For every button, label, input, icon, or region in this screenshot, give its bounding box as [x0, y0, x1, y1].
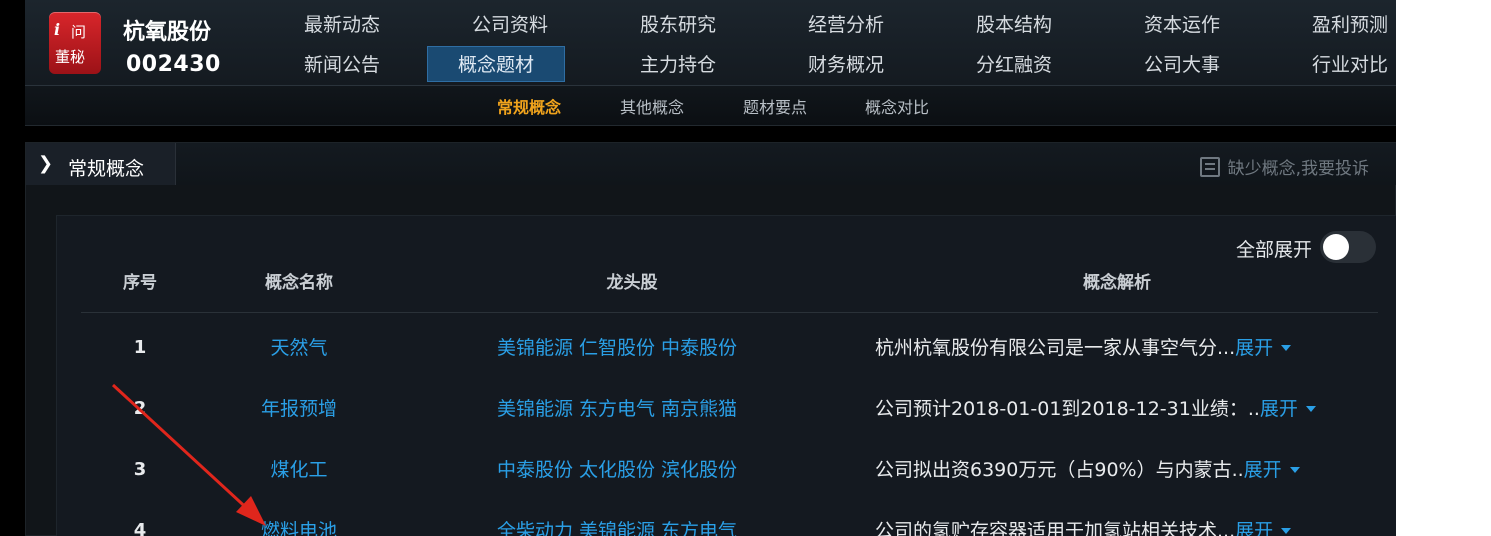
leading-stocks: 美锦能源 东方电气 南京熊猫	[497, 379, 743, 439]
complain-link[interactable]: 缺少概念,我要投诉	[1199, 154, 1369, 179]
concept-analysis: 公司的氢贮存容器适用于加氢站相关技术...展开	[875, 501, 1292, 536]
subnav-regular-concepts[interactable]: 常规概念	[497, 94, 561, 118]
leading-stock-link[interactable]: 美锦能源	[579, 520, 655, 536]
subnav-concept-compare[interactable]: 概念对比	[865, 94, 929, 118]
sub-navigation: 常规概念 其他概念 题材要点 概念对比	[25, 86, 1396, 126]
concept-analysis-text: 公司预计2018-01-01到2018-12-31业绩：..	[875, 398, 1260, 420]
concept-analysis: 公司拟出资6390万元（占90%）与内蒙古..展开	[875, 440, 1300, 500]
edit-note-icon	[1199, 157, 1220, 177]
caret-down-icon	[1289, 467, 1300, 473]
concept-analysis: 公司预计2018-01-01到2018-12-31业绩：..展开	[875, 379, 1316, 439]
nav-news[interactable]: 新闻公告	[273, 47, 411, 83]
concept-analysis: 杭州杭氧股份有限公司是一家从事空气分...展开	[875, 318, 1292, 378]
concept-name-link[interactable]: 年报预增	[199, 379, 399, 439]
nav-company-info[interactable]: 公司资料	[441, 7, 579, 43]
nav-dividends[interactable]: 分红融资	[945, 47, 1083, 83]
expand-row-button[interactable]: 展开	[1235, 337, 1292, 359]
row-index: 4	[133, 520, 147, 536]
concept-name-link[interactable]: 燃料电池	[199, 501, 399, 536]
nav-financials[interactable]: 财务概况	[777, 47, 915, 83]
row-index: 3	[133, 459, 147, 480]
concept-analysis-text: 杭州杭氧股份有限公司是一家从事空气分...	[875, 337, 1236, 359]
expand-row-button[interactable]: 展开	[1235, 520, 1292, 536]
header-concept-analysis: 概念解析	[1083, 273, 1151, 293]
nav-forecast[interactable]: 盈利预测	[1281, 7, 1396, 43]
leading-stock-link[interactable]: 中泰股份	[661, 337, 737, 359]
concept-analysis-text: 公司的氢贮存容器适用于加氢站相关技术...	[875, 520, 1236, 536]
table-row: 4 燃料电池 全柴动力 美锦能源 东方电气 公司的氢贮存容器适用于加氢站相关技术...展开	[57, 501, 1396, 536]
concepts-table-panel: 全部展开 序号 概念名称 龙头股 概念解析 1 天然气 美锦能源 仁智股份 中泰股份 杭州…	[56, 215, 1396, 536]
toggle-knob	[1323, 234, 1349, 260]
expand-label: 展开	[1259, 398, 1298, 420]
table-row: 2 年报预增 美锦能源 东方电气 南京熊猫 公司预计2018-01-01到2018-12-…	[57, 379, 1396, 439]
expand-label: 展开	[1235, 337, 1274, 359]
leading-stock-link[interactable]: 中泰股份	[497, 459, 573, 481]
caret-down-icon	[1305, 406, 1316, 412]
company-code: 002430	[126, 52, 221, 77]
dongmi-logo[interactable]: i 问 董秘	[49, 12, 101, 74]
leading-stock-link[interactable]: 南京熊猫	[661, 398, 737, 420]
expand-label: 展开	[1243, 459, 1282, 481]
leading-stock-link[interactable]: 仁智股份	[579, 337, 655, 359]
caret-down-icon	[1281, 345, 1292, 351]
header-concept-name: 概念名称	[265, 273, 333, 293]
company-name: 杭氧股份	[123, 20, 212, 45]
nav-holdings[interactable]: 主力持仓	[609, 47, 747, 83]
logo-ask: 问	[71, 23, 87, 41]
leading-stocks: 中泰股份 太化股份 滨化股份	[497, 440, 743, 500]
leading-stock-link[interactable]: 太化股份	[579, 459, 655, 481]
table-row: 3 煤化工 中泰股份 太化股份 滨化股份 公司拟出资6390万元（占90%）与内蒙古..展…	[57, 440, 1396, 500]
leading-stocks: 美锦能源 仁智股份 中泰股份	[497, 318, 743, 378]
expand-row-button[interactable]: 展开	[1244, 459, 1300, 481]
leading-stock-link[interactable]: 东方电气	[579, 398, 655, 420]
header-leading-stocks: 龙头股	[606, 273, 658, 293]
leading-stock-link[interactable]: 美锦能源	[497, 337, 573, 359]
expand-all-toggle[interactable]	[1320, 231, 1376, 263]
app-window: i 问 董秘 杭氧股份 002430 最新动态 公司资料 股东研究 经营分析 股…	[0, 0, 1396, 536]
complain-label: 缺少概念,我要投诉	[1227, 159, 1369, 179]
leading-stock-link[interactable]: 东方电气	[661, 520, 737, 536]
subnav-other-concepts[interactable]: 其他概念	[620, 94, 684, 118]
section-title: 常规概念	[68, 158, 145, 180]
logo-i: i	[54, 20, 61, 39]
nav-shareholders[interactable]: 股东研究	[609, 7, 747, 43]
caret-down-icon	[1281, 528, 1292, 534]
row-index: 2	[133, 398, 147, 419]
stock-header: i 问 董秘 杭氧股份 002430 最新动态 公司资料 股东研究 经营分析 股…	[25, 0, 1396, 86]
expand-all-label: 全部展开	[1235, 239, 1312, 261]
concept-analysis-text: 公司拟出资6390万元（占90%）与内蒙古..	[875, 459, 1244, 481]
nav-latest[interactable]: 最新动态	[273, 7, 411, 43]
logo-dongmi: 董秘	[55, 48, 86, 66]
nav-share-structure[interactable]: 股本结构	[945, 7, 1083, 43]
header-divider	[81, 312, 1378, 313]
concept-name-link[interactable]: 煤化工	[199, 440, 399, 500]
concept-name-link[interactable]: 天然气	[199, 318, 399, 378]
nav-capital[interactable]: 资本运作	[1113, 7, 1251, 43]
leading-stock-link[interactable]: 美锦能源	[497, 398, 573, 420]
leading-stock-link[interactable]: 全柴动力	[497, 520, 573, 536]
table-row: 1 天然气 美锦能源 仁智股份 中泰股份 杭州杭氧股份有限公司是一家从事空气分...展开	[57, 318, 1396, 378]
leading-stocks: 全柴动力 美锦能源 东方电气	[497, 501, 743, 536]
subnav-theme-points[interactable]: 题材要点	[743, 94, 807, 118]
header-index: 序号	[123, 273, 157, 293]
nav-industry[interactable]: 行业对比	[1281, 47, 1396, 83]
row-index: 1	[133, 337, 147, 358]
nav-operations[interactable]: 经营分析	[777, 7, 915, 43]
chevron-right-icon: ❯	[38, 153, 54, 174]
expand-row-button[interactable]: 展开	[1260, 398, 1316, 420]
regular-concepts-section: ❯ 常规概念 缺少概念,我要投诉 全部展开 序号 概念名称 龙头股 概念解析 1…	[25, 142, 1396, 536]
expand-label: 展开	[1235, 520, 1274, 536]
nav-concepts[interactable]: 概念题材	[427, 46, 565, 82]
leading-stock-link[interactable]: 滨化股份	[661, 459, 737, 481]
nav-events[interactable]: 公司大事	[1113, 47, 1251, 83]
